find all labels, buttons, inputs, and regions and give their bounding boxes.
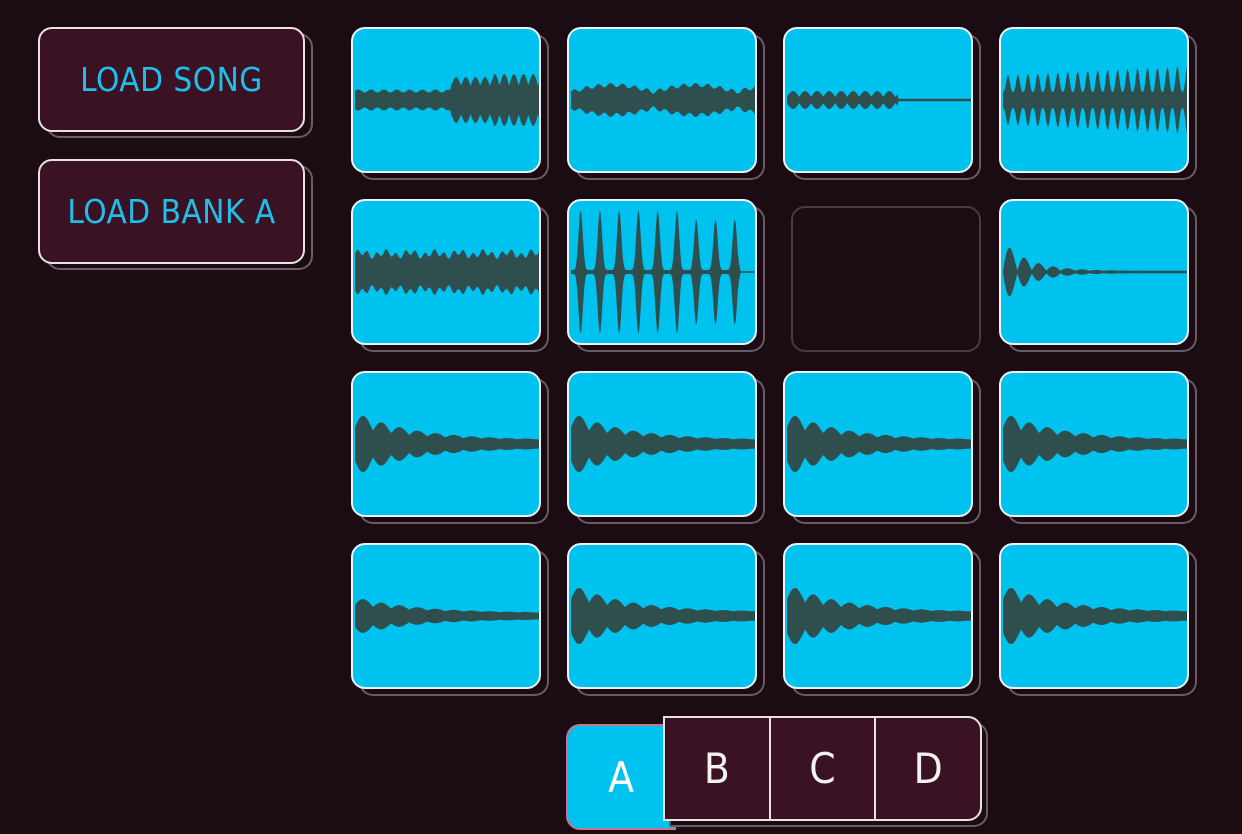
waveform-display	[571, 83, 755, 117]
waveform	[1003, 66, 1187, 134]
sample-pad-16[interactable]	[999, 543, 1189, 689]
waveform	[1003, 415, 1187, 473]
load-song-button[interactable]: LOAD SONG	[38, 27, 305, 132]
waveform	[355, 74, 539, 126]
sample-pad-12[interactable]	[999, 371, 1189, 517]
waveform-display	[355, 249, 539, 295]
waveform	[355, 599, 539, 633]
waveform	[787, 415, 971, 473]
waveform-display	[1003, 415, 1187, 473]
load-bank-button[interactable]: LOAD BANK A	[38, 159, 305, 264]
waveform-display	[355, 415, 539, 473]
waveform-display	[355, 599, 539, 633]
waveform-display	[571, 587, 755, 645]
waveform	[787, 587, 971, 645]
waveform	[1003, 247, 1187, 297]
waveform-display	[1003, 587, 1187, 645]
bank-selector: A B C D	[566, 716, 986, 834]
sample-pad-2[interactable]	[567, 27, 757, 173]
sample-pad-5[interactable]	[351, 199, 541, 345]
waveform-display	[355, 74, 539, 126]
waveform	[1003, 587, 1187, 645]
waveform	[571, 210, 755, 334]
bank-tab-b[interactable]: B	[665, 718, 769, 819]
bank-tab-d[interactable]: D	[874, 718, 980, 819]
sample-pad-1[interactable]	[351, 27, 541, 173]
sample-pad-6[interactable]	[567, 199, 757, 345]
waveform-display	[571, 415, 755, 473]
waveform-display	[787, 91, 971, 109]
waveform-display	[1003, 247, 1187, 297]
sample-pad-3[interactable]	[783, 27, 973, 173]
sample-pad-8[interactable]	[999, 199, 1189, 345]
sample-pad-11[interactable]	[783, 371, 973, 517]
waveform	[571, 83, 755, 117]
waveform-display	[787, 415, 971, 473]
waveform	[355, 249, 539, 295]
sample-pad-14[interactable]	[567, 543, 757, 689]
waveform	[787, 91, 971, 109]
waveform-display	[571, 210, 755, 334]
waveform-display	[787, 587, 971, 645]
waveform	[571, 415, 755, 473]
sample-pad-10[interactable]	[567, 371, 757, 517]
bank-tab-a[interactable]: A	[566, 724, 676, 830]
waveform-display	[1003, 66, 1187, 134]
sample-pad-4[interactable]	[999, 27, 1189, 173]
waveform	[571, 587, 755, 645]
sample-pad-15[interactable]	[783, 543, 973, 689]
bank-tab-c[interactable]: C	[768, 718, 875, 819]
waveform	[355, 415, 539, 473]
empty-pad-7[interactable]	[791, 206, 981, 352]
bank-tab-group: B C D	[663, 716, 982, 821]
sample-pad-13[interactable]	[351, 543, 541, 689]
sample-pad-9[interactable]	[351, 371, 541, 517]
